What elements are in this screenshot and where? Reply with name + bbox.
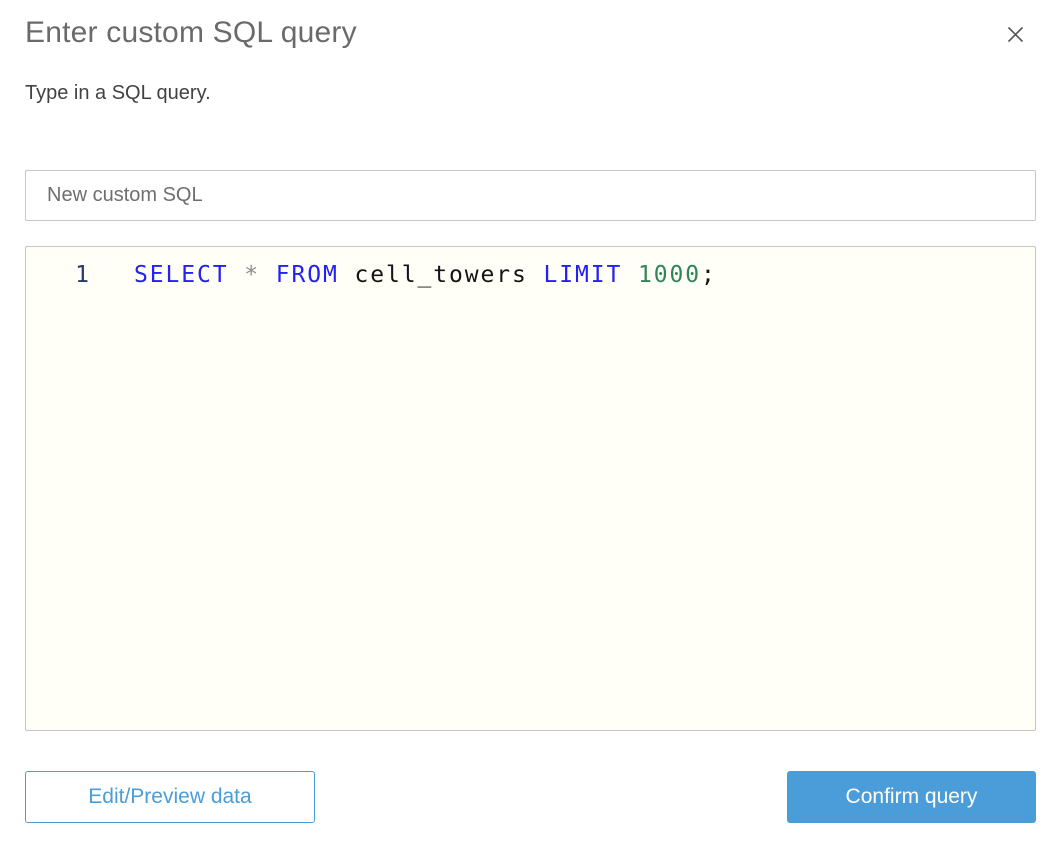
dialog-footer: Edit/Preview data Confirm query (25, 771, 1036, 823)
custom-sql-dialog: Enter custom SQL query Type in a SQL que… (0, 0, 1061, 845)
edit-preview-data-button[interactable]: Edit/Preview data (25, 771, 315, 823)
code-line[interactable]: 1 SELECT * FROM cell_towers LIMIT 1000; (26, 259, 1035, 291)
dialog-title: Enter custom SQL query (25, 16, 357, 49)
close-button[interactable] (1003, 22, 1027, 46)
custom-sql-name-input[interactable] (25, 170, 1036, 221)
sql-code-editor[interactable]: 1 SELECT * FROM cell_towers LIMIT 1000; (25, 246, 1036, 731)
code-text: SELECT * FROM cell_towers LIMIT 1000; (134, 262, 717, 288)
confirm-query-button[interactable]: Confirm query (787, 771, 1036, 823)
code-lines: 1 SELECT * FROM cell_towers LIMIT 1000; (26, 259, 1035, 291)
close-icon (1007, 26, 1023, 42)
dialog-header: Enter custom SQL query (25, 14, 1036, 52)
line-number: 1 (75, 262, 89, 288)
dialog-subtitle: Type in a SQL query. (25, 82, 211, 104)
